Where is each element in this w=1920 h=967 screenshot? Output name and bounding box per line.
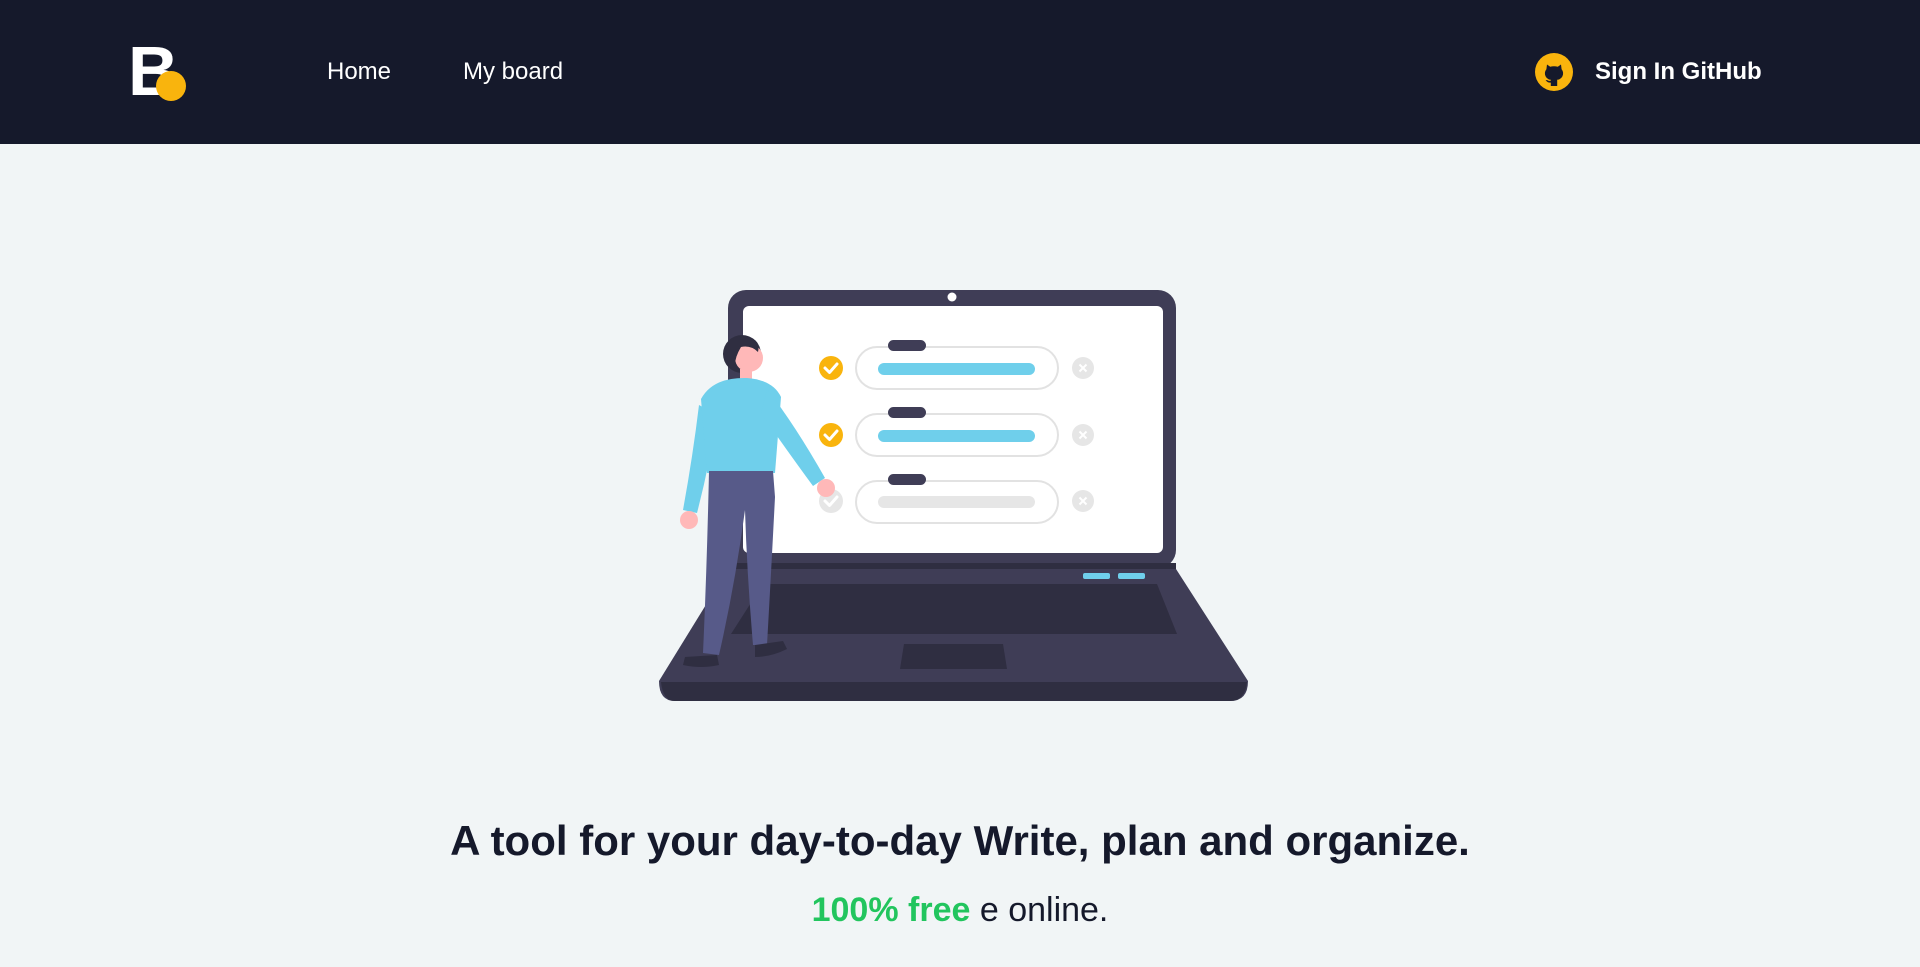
- nav-home-link[interactable]: Home: [327, 57, 391, 87]
- nav-my-board-link[interactable]: My board: [463, 57, 563, 87]
- sign-in-github-label: Sign In GitHub: [1595, 58, 1762, 85]
- logo-dot: [156, 71, 186, 101]
- hero-subline: 100% free e online.: [0, 888, 1920, 932]
- laptop-keyboard: [731, 584, 1177, 634]
- laptop-camera: [947, 292, 957, 302]
- hero-illustration: [655, 285, 1255, 705]
- laptop-checklist-illustration: [659, 290, 1248, 701]
- laptop-touchpad: [900, 644, 1007, 669]
- check-icon: [819, 356, 843, 380]
- github-icon: [1535, 53, 1573, 91]
- hero-headline: A tool for your day-to-day Write, plan a…: [450, 817, 1470, 864]
- subline-rest: e online.: [970, 891, 1109, 929]
- check-icon: [819, 423, 843, 447]
- top-navbar: B Home My board Sign In GitHub: [0, 0, 1920, 144]
- sign-in-github-button[interactable]: Sign In GitHub: [1535, 50, 1762, 94]
- free-highlight: 100% free: [811, 891, 971, 929]
- app-logo[interactable]: B: [128, 36, 192, 106]
